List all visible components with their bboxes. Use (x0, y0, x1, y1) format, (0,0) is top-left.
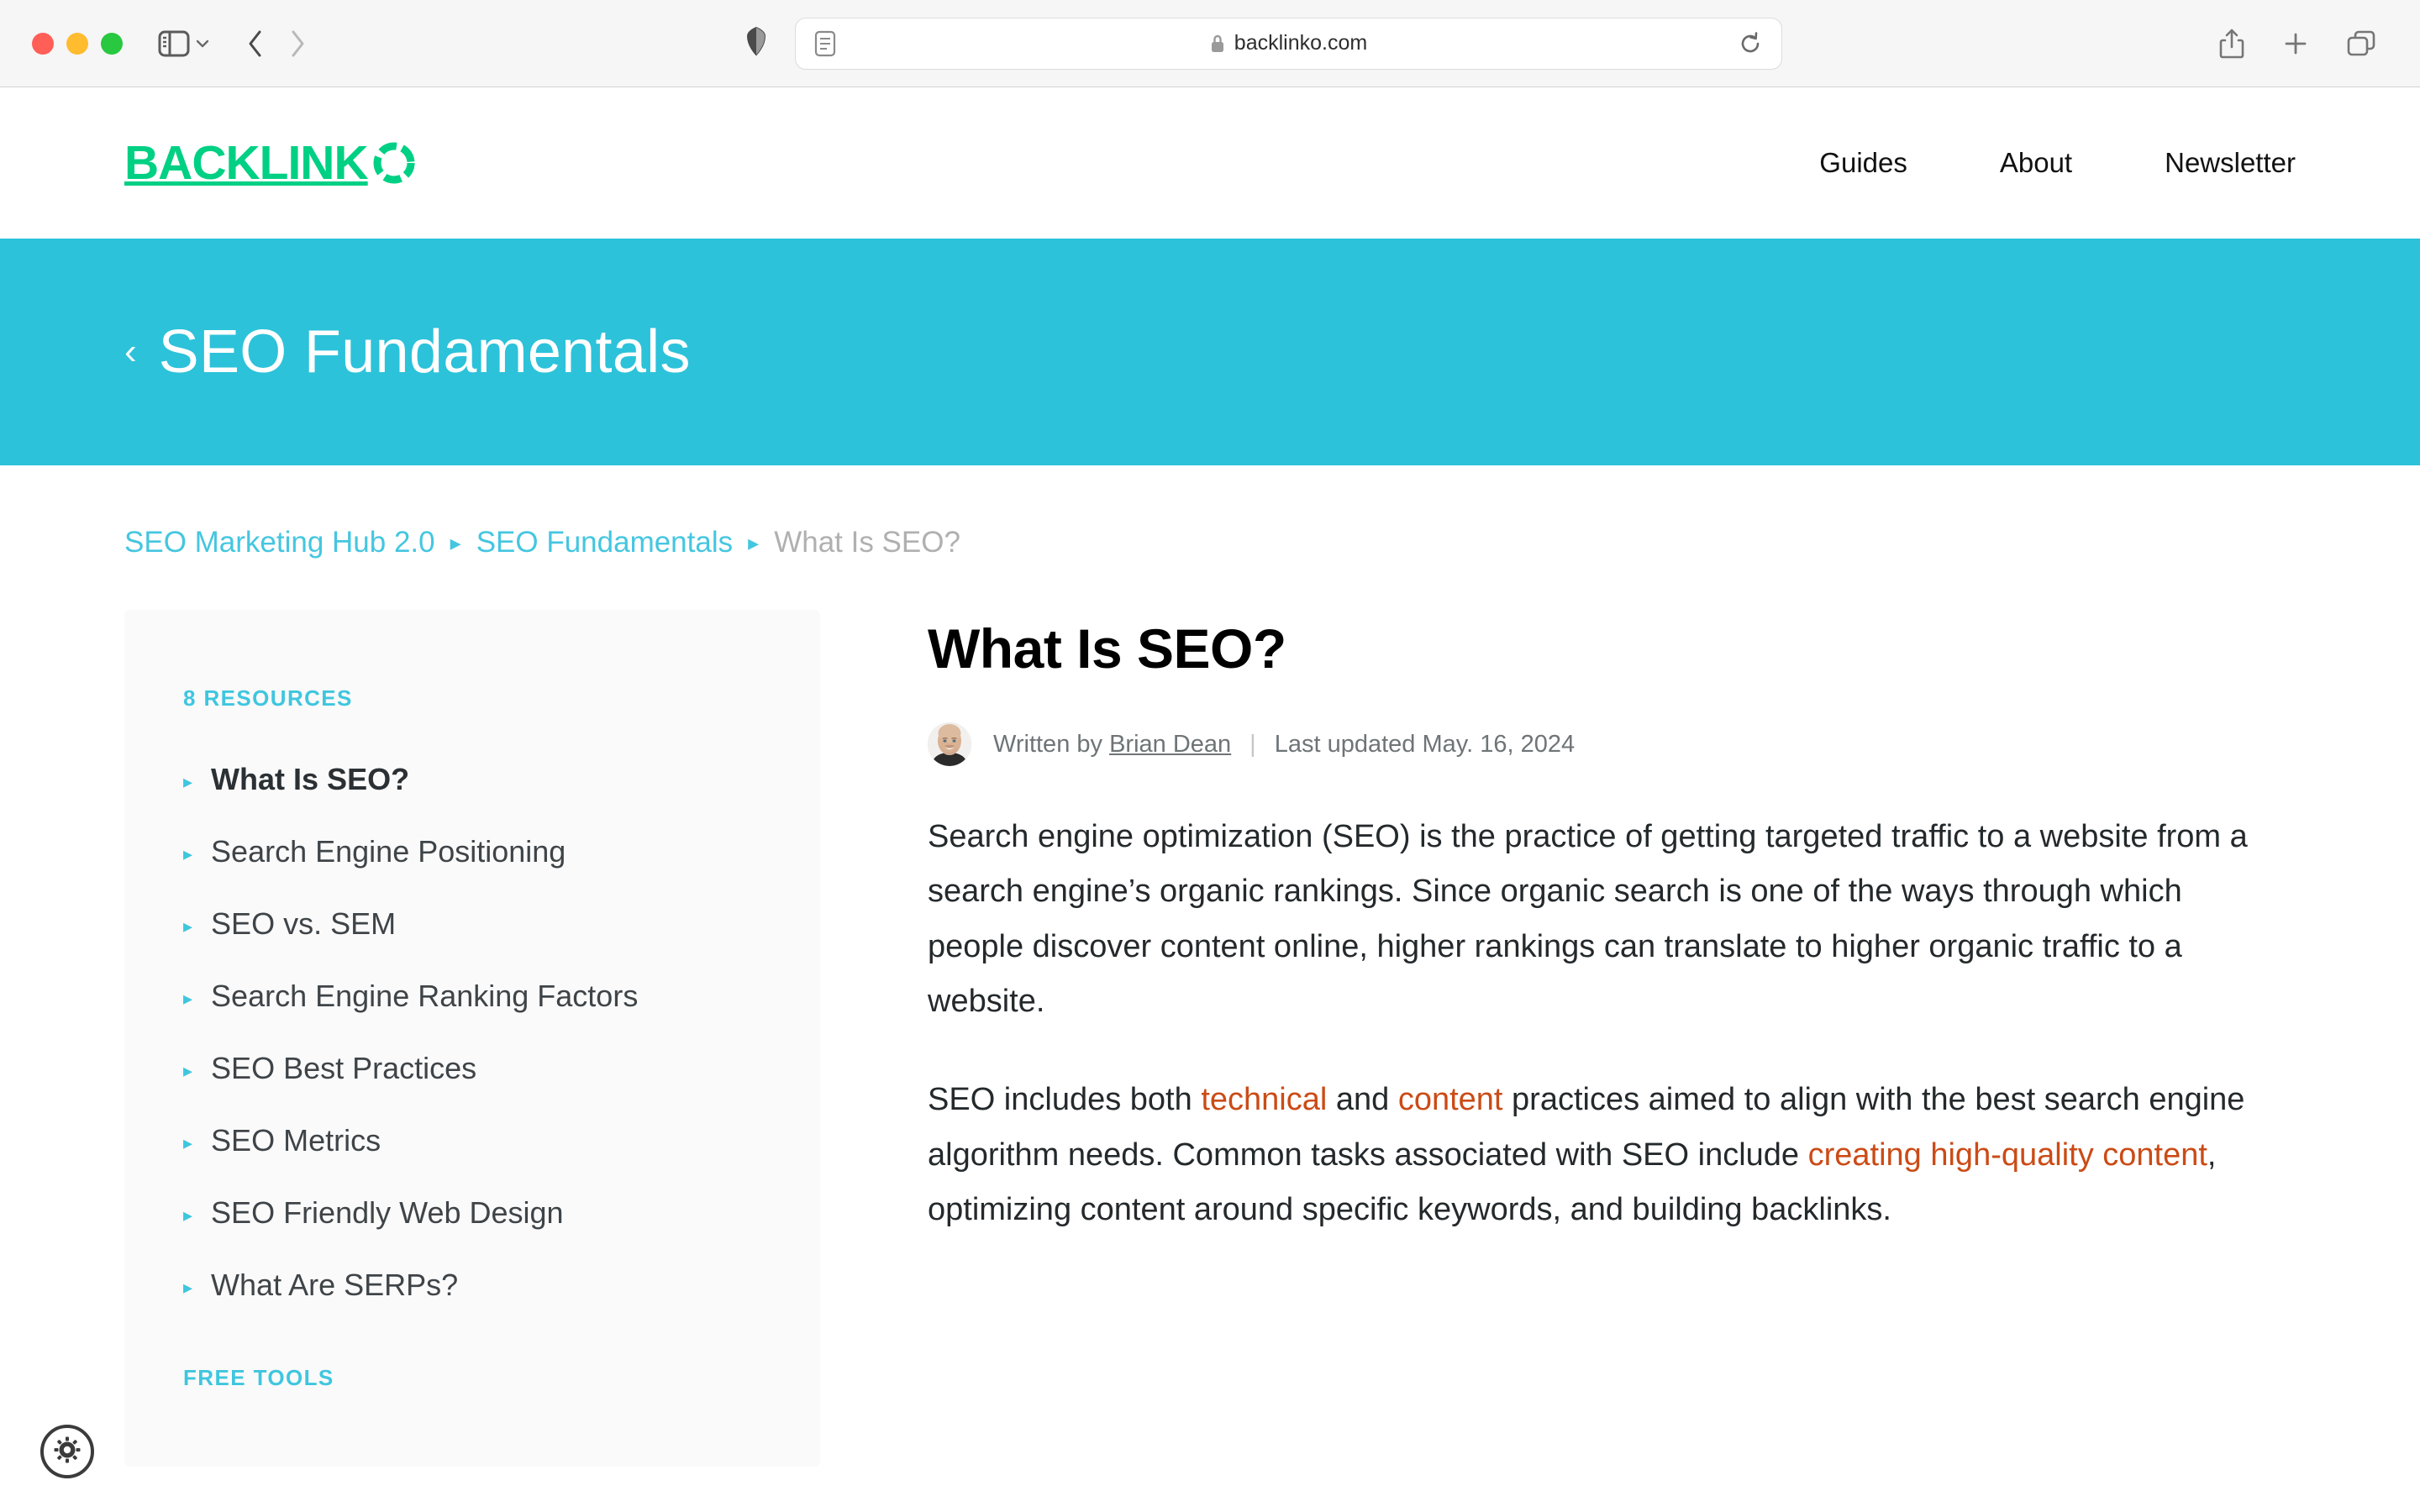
sidebar-item-search-engine-positioning[interactable]: ▸ Search Engine Positioning (183, 834, 820, 869)
breadcrumb-separator-icon: ▸ (748, 530, 760, 555)
byline-last-updated: Last updated May. 16, 2024 (1274, 730, 1576, 758)
main-navigation: Guides About Newsletter (1819, 147, 2296, 179)
link-content[interactable]: content (1398, 1082, 1503, 1117)
share-icon[interactable] (2218, 28, 2245, 60)
article-paragraph-1: Search engine optimization (SEO) is the … (928, 819, 2248, 1020)
link-technical[interactable]: technical (1201, 1082, 1327, 1117)
byline-written-by-label: Written by (993, 730, 1103, 758)
url-text: backlinko.com (1234, 31, 1368, 55)
site-logo[interactable]: BACKLINK (124, 135, 418, 191)
gear-icon (53, 1436, 82, 1468)
sidebar-item-label[interactable]: SEO Metrics (211, 1123, 381, 1158)
triangle-right-icon: ▸ (183, 988, 193, 1009)
resources-sidebar: 8 RESOURCES ▸ What Is SEO? ▸ Search Engi… (124, 610, 820, 1467)
page-body: 8 RESOURCES ▸ What Is SEO? ▸ Search Engi… (0, 610, 2420, 1467)
author-avatar (928, 722, 971, 766)
nav-item-guides[interactable]: Guides (1819, 147, 1907, 179)
navigation-arrows (245, 29, 308, 59)
sidebar-item-search-engine-ranking-factors[interactable]: ▸ Search Engine Ranking Factors (183, 979, 820, 1014)
triangle-right-icon: ▸ (183, 1205, 193, 1226)
minimize-window-button[interactable] (66, 32, 88, 55)
triangle-right-icon: ▸ (183, 771, 193, 792)
hero-title: SEO Fundamentals (158, 318, 691, 386)
article-content: What Is SEO? Written by Brian Dean | Las… (820, 610, 2296, 1467)
triangle-right-icon: ▸ (183, 843, 193, 864)
para2-part1: SEO includes both (928, 1082, 1202, 1118)
url-bar[interactable]: backlinko.com (794, 17, 1782, 70)
page-title: What Is SEO? (928, 617, 1286, 680)
sidebar-item-label[interactable]: What Are SERPs? (211, 1268, 458, 1303)
privacy-shield-icon[interactable] (744, 26, 768, 60)
address-bar-region: backlinko.com (308, 17, 2218, 70)
breadcrumb-item-hub[interactable]: SEO Marketing Hub 2.0 (124, 526, 435, 559)
nav-item-newsletter[interactable]: Newsletter (2165, 147, 2296, 179)
article-paragraph-2: SEO includes both technical and content … (928, 1073, 2264, 1237)
sidebar-item-what-are-serps[interactable]: ▸ What Are SERPs? (183, 1268, 820, 1303)
sidebar-heading-free-tools: FREE TOOLS (183, 1365, 334, 1390)
breadcrumb: SEO Marketing Hub 2.0 ▸ SEO Fundamentals… (0, 465, 2420, 559)
sidebar-item-what-is-seo[interactable]: ▸ What Is SEO? (183, 762, 820, 797)
hero-back-icon[interactable]: ‹ (124, 333, 137, 370)
forward-arrow-icon[interactable] (287, 29, 308, 59)
byline-author-link[interactable]: Brian Dean (1109, 731, 1231, 759)
zoom-window-button[interactable] (101, 32, 123, 55)
sidebar-item-label[interactable]: SEO Best Practices (211, 1051, 476, 1086)
settings-gear-button[interactable] (40, 1425, 94, 1478)
reload-icon[interactable] (1738, 31, 1763, 56)
triangle-right-icon: ▸ (183, 1277, 193, 1298)
site-header: BACKLINK Guides About Newsletter (0, 87, 2420, 239)
sidebar-heading-resources: 8 RESOURCES (183, 685, 353, 711)
toolbar-right-actions (2218, 28, 2376, 60)
sidebar-item-seo-best-practices[interactable]: ▸ SEO Best Practices (183, 1051, 820, 1086)
url-text-group: backlinko.com (796, 31, 1781, 55)
breadcrumb-item-fundamentals[interactable]: SEO Fundamentals (476, 526, 733, 559)
sidebar-resource-list: ▸ What Is SEO? ▸ Search Engine Positioni… (183, 762, 820, 1303)
close-window-button[interactable] (32, 32, 54, 55)
para2-part2: and (1327, 1082, 1398, 1118)
plus-icon[interactable] (2282, 30, 2309, 57)
nav-item-about[interactable]: About (2000, 147, 2072, 179)
sidebar-item-label[interactable]: What Is SEO? (211, 762, 409, 797)
sidebar-item-seo-friendly-web-design[interactable]: ▸ SEO Friendly Web Design (183, 1195, 820, 1231)
sidebar-item-label[interactable]: SEO vs. SEM (211, 906, 396, 942)
byline-divider: | (1249, 730, 1256, 758)
sidebar-toggle-group (158, 30, 212, 57)
sidebar-item-seo-metrics[interactable]: ▸ SEO Metrics (183, 1123, 820, 1158)
breadcrumb-separator-icon: ▸ (450, 530, 461, 555)
reader-view-icon[interactable] (814, 30, 836, 57)
triangle-right-icon: ▸ (183, 916, 193, 937)
sidebar-item-label[interactable]: Search Engine Ranking Factors (211, 979, 638, 1014)
window-traffic-lights (32, 32, 123, 55)
triangle-right-icon: ▸ (183, 1060, 193, 1081)
browser-toolbar: backlinko.com (0, 0, 2420, 87)
chevron-down-icon[interactable] (193, 34, 212, 53)
tab-overview-icon[interactable] (2346, 29, 2376, 58)
lock-icon (1209, 33, 1226, 55)
back-arrow-icon[interactable] (245, 29, 266, 59)
hero-banner: ‹ SEO Fundamentals (0, 239, 2420, 465)
sidebar-item-label[interactable]: Search Engine Positioning (211, 834, 566, 869)
sidebar-toggle-icon[interactable] (158, 30, 190, 57)
link-creating-high-quality-content[interactable]: creating high-quality content (1808, 1137, 2207, 1173)
sidebar-item-seo-vs-sem[interactable]: ▸ SEO vs. SEM (183, 906, 820, 942)
breadcrumb-item-current: What Is SEO? (774, 526, 960, 559)
article-byline: Written by Brian Dean | Last updated May… (928, 722, 2296, 766)
logo-wordmark: BACKLINK (124, 136, 369, 190)
triangle-right-icon: ▸ (183, 1132, 193, 1153)
dashed-circle-o-icon (371, 139, 418, 186)
sidebar-item-label[interactable]: SEO Friendly Web Design (211, 1195, 564, 1231)
